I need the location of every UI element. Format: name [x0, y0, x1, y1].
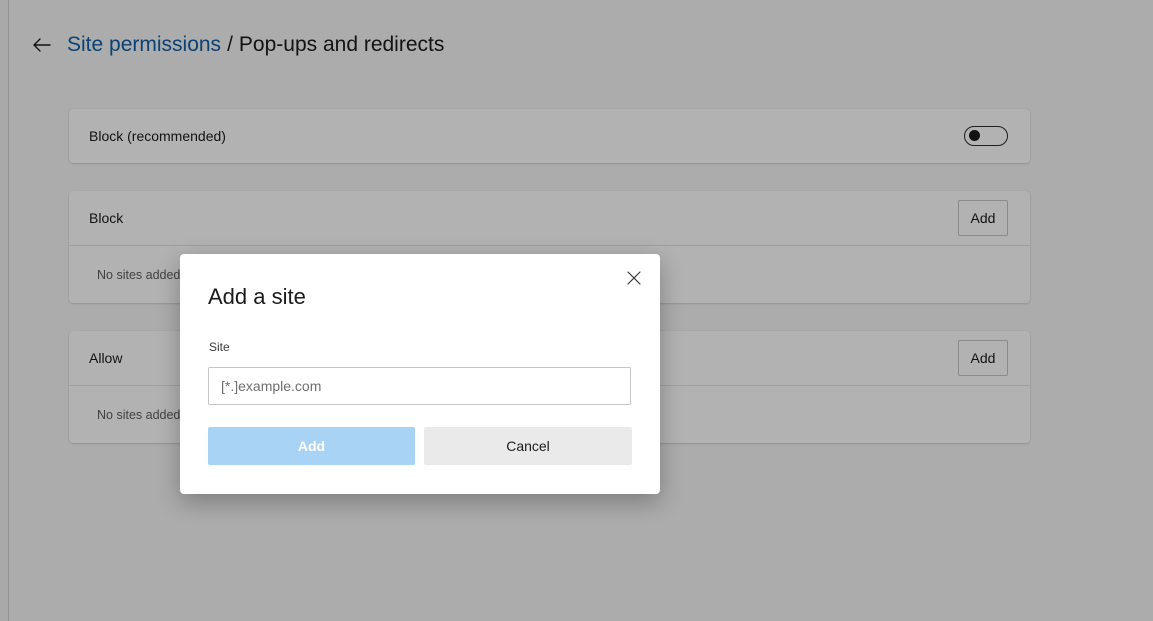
dialog-title: Add a site — [208, 284, 306, 309]
site-field-label: Site — [209, 340, 230, 354]
add-site-dialog: Add a site Site Add Cancel — [180, 254, 660, 494]
dialog-add-button[interactable]: Add — [208, 427, 415, 465]
close-icon[interactable] — [624, 268, 644, 288]
dialog-cancel-button[interactable]: Cancel — [424, 427, 632, 465]
site-input[interactable] — [208, 367, 631, 405]
